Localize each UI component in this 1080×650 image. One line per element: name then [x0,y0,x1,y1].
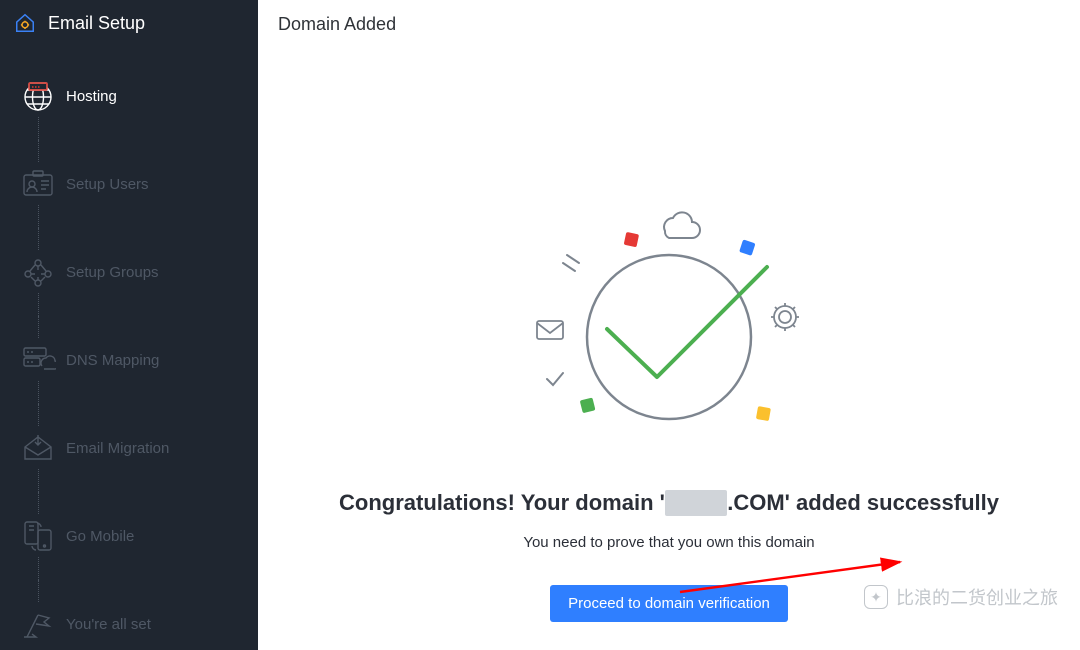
sidebar-item-dns-mapping[interactable]: DNS Mapping [10,316,258,404]
success-headline: Congratulations! Your domain '████.COM' … [339,490,999,516]
app-logo-icon [14,12,36,34]
user-badge-icon [10,163,66,205]
sidebar-item-hosting[interactable]: Hosting [10,52,258,140]
flag-icon [10,603,66,645]
main-panel: Domain Added [258,0,1080,650]
headline-domain-masked: ████ [665,490,727,516]
sidebar-item-label: You're all set [66,616,151,633]
sidebar-item-label: Setup Groups [66,264,159,281]
sidebar-item-setup-groups[interactable]: Setup Groups [10,228,258,316]
content-area: Congratulations! Your domain '████.COM' … [258,49,1080,650]
sidebar-item-go-mobile[interactable]: Go Mobile [10,492,258,580]
sidebar-item-all-set[interactable]: You're all set [10,580,258,650]
sidebar-title: Email Setup [48,13,145,34]
setup-steps: Hosting Setup Users [0,52,258,650]
proceed-verification-button[interactable]: Proceed to domain verification [550,585,788,622]
success-illustration [519,209,819,490]
sidebar-item-label: Hosting [66,88,117,105]
sidebar-item-label: Email Migration [66,440,169,457]
globe-www-icon [10,75,66,117]
dns-cloud-icon [10,339,66,381]
headline-suffix: .COM' added successfully [727,490,999,515]
sidebar-header: Email Setup [0,0,258,52]
sidebar-item-label: Go Mobile [66,528,134,545]
headline-prefix: Congratulations! Your domain ' [339,490,665,515]
sidebar-item-label: DNS Mapping [66,352,159,369]
sidebar-item-label: Setup Users [66,176,149,193]
success-subline: You need to prove that you own this doma… [523,534,814,551]
sidebar-item-setup-users[interactable]: Setup Users [10,140,258,228]
mobile-sync-icon [10,515,66,557]
setup-sidebar: Email Setup Hosting [0,0,258,650]
page-title: Domain Added [258,0,1080,49]
inbox-arrow-icon [10,427,66,469]
sidebar-item-email-migration[interactable]: Email Migration [10,404,258,492]
group-icon [10,251,66,293]
